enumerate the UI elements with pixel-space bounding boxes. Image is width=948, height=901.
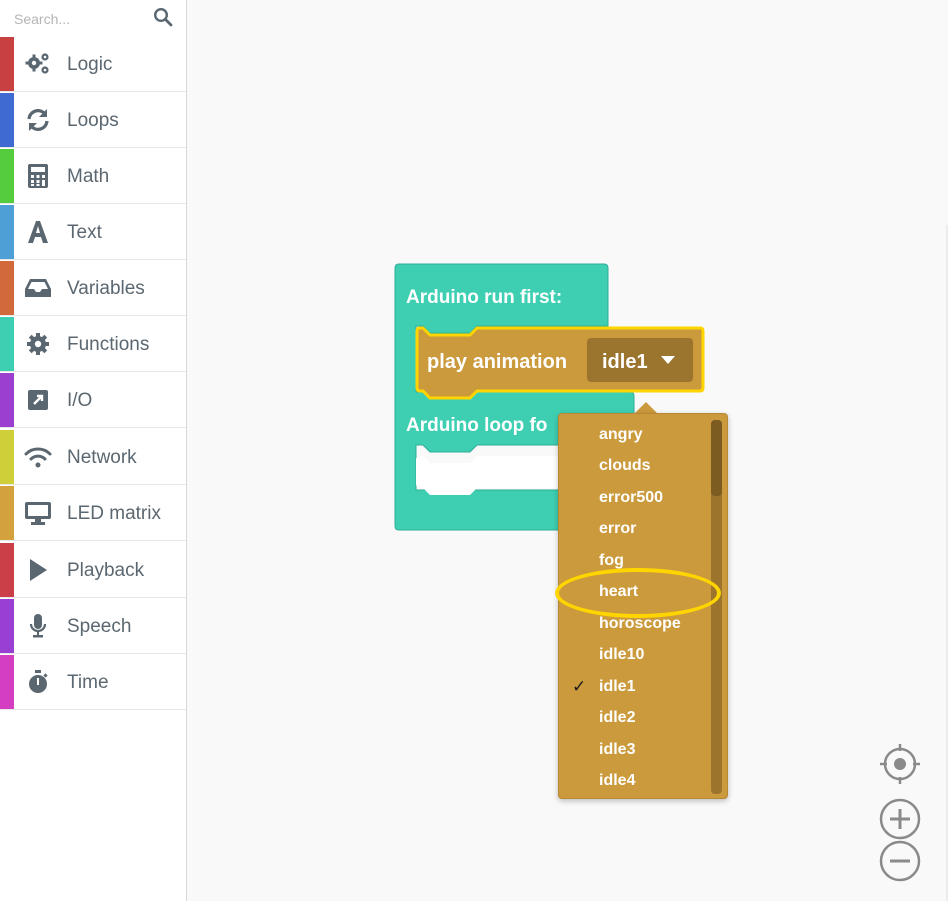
option-label: error — [599, 520, 637, 537]
option-label: heart — [599, 583, 639, 600]
setup-label: Arduino run first: — [406, 287, 562, 308]
option-label: angry — [599, 426, 643, 443]
dropdown-option-heart[interactable]: heart — [559, 578, 709, 606]
option-label: idle2 — [599, 709, 636, 726]
dropdown-option[interactable]: idle2 — [559, 704, 709, 732]
dropdown-option[interactable]: clouds — [559, 452, 709, 480]
dropdown-option[interactable]: error500 — [559, 484, 709, 512]
checkmark-icon: ✓ — [572, 677, 587, 696]
option-label: horoscope — [599, 615, 681, 632]
play-animation-label: play animation — [427, 351, 567, 373]
dropdown-scrollbar-thumb[interactable] — [711, 420, 722, 496]
dropdown-option[interactable]: fog — [559, 547, 709, 575]
blocks-canvas: Arduino run first: Arduino loop fo play … — [394, 263, 705, 531]
loop-label: Arduino loop fo — [406, 415, 547, 436]
dropdown-scrollbar[interactable] — [711, 420, 722, 794]
option-label: idle3 — [599, 741, 636, 758]
option-label: error500 — [599, 489, 664, 506]
zoom-out-icon[interactable] — [878, 839, 922, 883]
dropdown-option[interactable]: idle3 — [559, 736, 709, 764]
dropdown-option[interactable]: idle4 — [559, 767, 709, 795]
recenter-icon[interactable] — [878, 742, 922, 786]
dropdown-option[interactable]: error — [559, 515, 709, 543]
option-label: fog — [599, 552, 624, 569]
selected-animation-value: idle1 — [602, 351, 648, 373]
dropdown-option-selected[interactable]: ✓ idle1 — [559, 673, 709, 701]
option-label: idle4 — [599, 772, 636, 789]
option-label: clouds — [599, 457, 651, 474]
dropdown-pointer — [635, 402, 657, 413]
dropdown-option[interactable]: idle10 — [559, 641, 709, 669]
option-label: idle1 — [599, 678, 636, 695]
play-animation-block[interactable]: play animation idle1 — [415, 326, 705, 400]
dropdown-option[interactable]: angry — [559, 421, 709, 449]
animation-dropdown-menu[interactable]: angry clouds error500 error fog heart ho… — [558, 413, 728, 799]
animation-dropdown-field[interactable]: idle1 — [587, 338, 693, 382]
option-label: idle10 — [599, 646, 645, 663]
empty-loop-slot — [416, 456, 560, 495]
dropdown-option[interactable]: horoscope — [559, 610, 709, 638]
zoom-in-icon[interactable] — [878, 797, 922, 841]
